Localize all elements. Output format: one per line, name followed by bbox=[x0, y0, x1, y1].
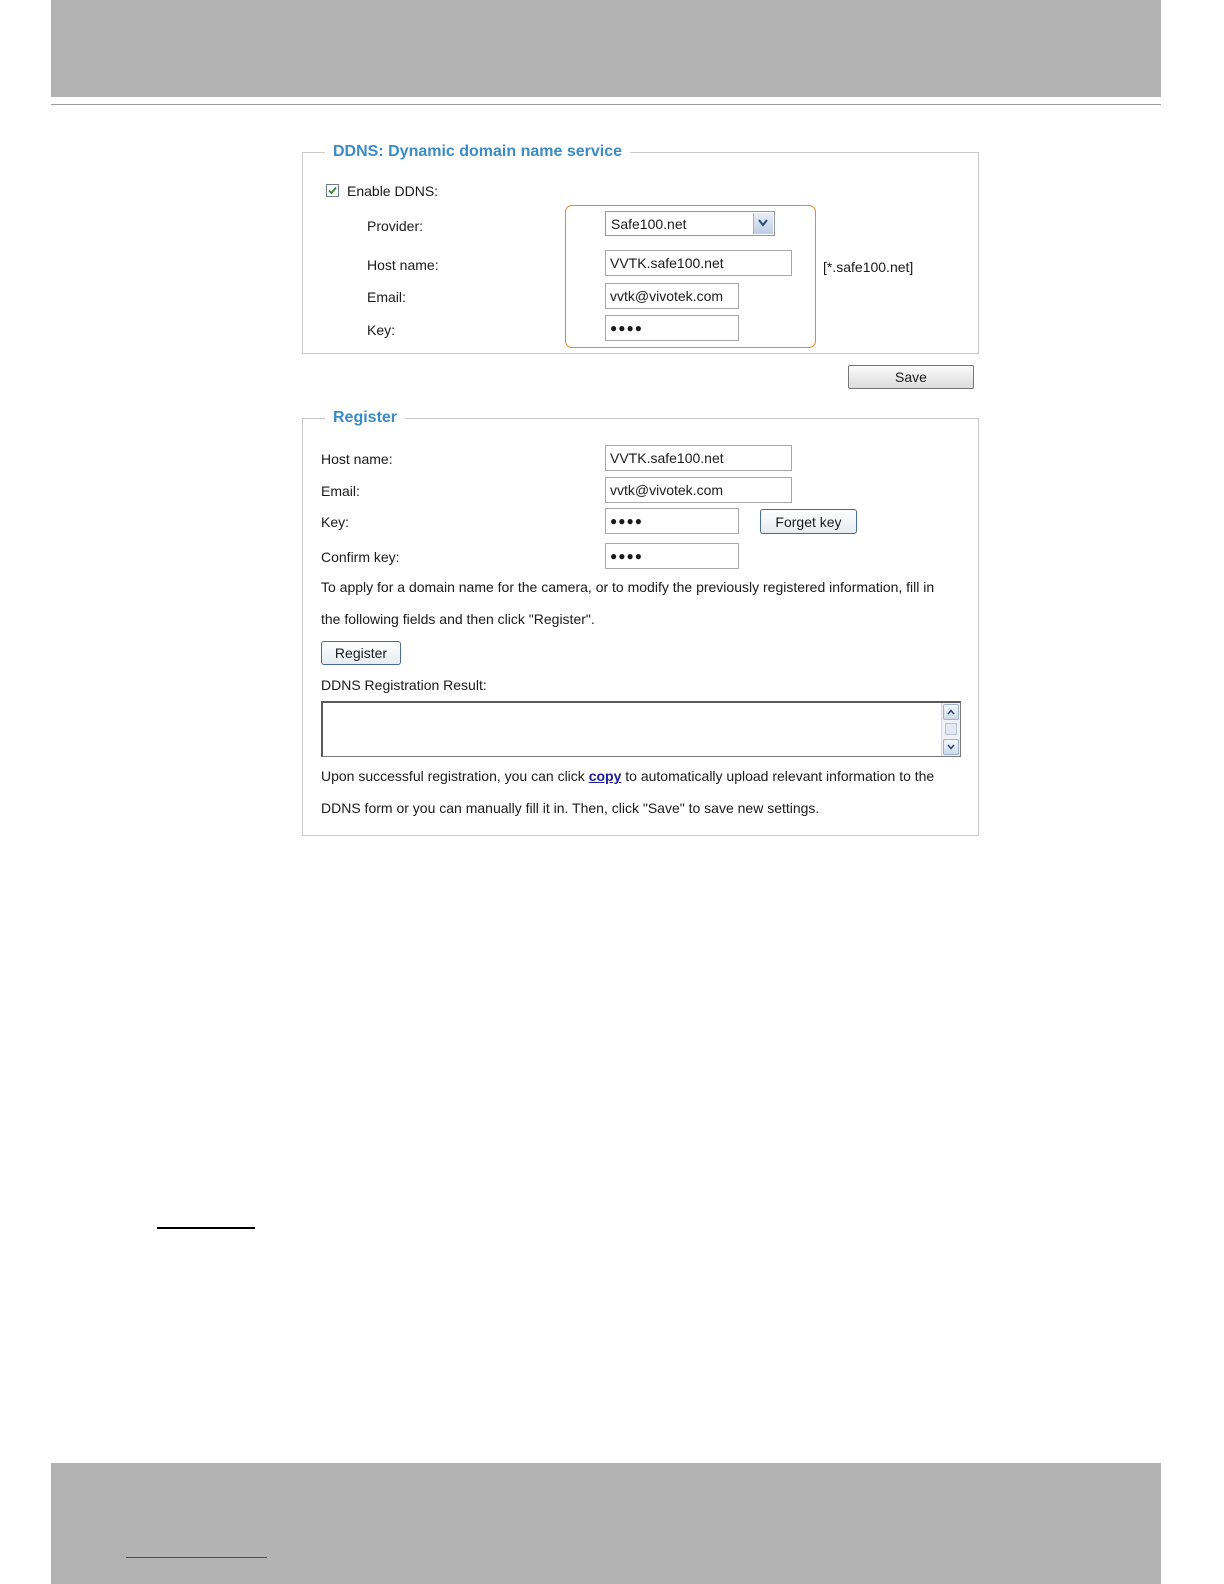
page-header-band bbox=[51, 0, 1161, 97]
register-email-input[interactable]: vvtk@vivotek.com bbox=[605, 477, 792, 503]
provider-label: Provider: bbox=[367, 218, 424, 234]
ddns-legend: DDNS: Dynamic domain name service bbox=[325, 142, 630, 162]
confirm-key-input[interactable]: ●●●● bbox=[605, 543, 739, 569]
registration-result-label: DDNS Registration Result: bbox=[321, 677, 487, 693]
header-divider bbox=[51, 104, 1161, 105]
register-host-input[interactable]: VVTK.safe100.net bbox=[605, 445, 792, 471]
upload-prefix-text: Upon successful registration, you can cl… bbox=[321, 768, 585, 784]
copy-link[interactable]: copy bbox=[589, 768, 622, 784]
key-input[interactable]: ●●●● bbox=[605, 315, 739, 341]
chevron-down-icon[interactable] bbox=[753, 213, 773, 234]
upload-suffix-text: to automatically upload relevant informa… bbox=[625, 768, 935, 784]
page-footer-band bbox=[51, 1463, 1161, 1584]
forget-key-button[interactable]: Forget key bbox=[760, 509, 857, 534]
provider-selected-value: Safe100.net bbox=[611, 216, 687, 232]
email-label: Email: bbox=[367, 289, 406, 305]
save-button[interactable]: Save bbox=[848, 365, 974, 389]
register-button[interactable]: Register bbox=[321, 641, 401, 665]
register-host-label: Host name: bbox=[321, 451, 393, 467]
enable-ddns-label: Enable DDNS: bbox=[347, 183, 439, 199]
scroll-thumb[interactable] bbox=[945, 723, 957, 735]
checkmark-icon bbox=[328, 186, 337, 195]
instruction-line-2: the following fields and then click "Reg… bbox=[321, 611, 595, 627]
confirm-key-label: Confirm key: bbox=[321, 549, 400, 565]
provider-select[interactable]: Safe100.net bbox=[605, 211, 775, 236]
footer-link-underline bbox=[126, 1557, 267, 1558]
host-suffix-hint: [*.safe100.net] bbox=[823, 259, 914, 275]
scroll-down-icon[interactable] bbox=[943, 739, 959, 755]
register-key-input[interactable]: ●●●● bbox=[605, 508, 739, 534]
host-name-input[interactable]: VVTK.safe100.net bbox=[605, 250, 792, 276]
register-fieldset: Register Host name: VVTK.safe100.net Ema… bbox=[302, 408, 979, 836]
register-key-label: Key: bbox=[321, 514, 350, 530]
key-label: Key: bbox=[367, 322, 396, 338]
register-email-label: Email: bbox=[321, 483, 360, 499]
upload-info-line-1: Upon successful registration, you can cl… bbox=[321, 760, 961, 792]
enable-ddns-checkbox[interactable] bbox=[326, 184, 339, 197]
scroll-up-icon[interactable] bbox=[943, 704, 959, 720]
instruction-line-1: To apply for a domain name for the camer… bbox=[321, 579, 935, 595]
host-name-label: Host name: bbox=[367, 257, 439, 273]
upload-info-line-2: DDNS form or you can manually fill it in… bbox=[321, 800, 820, 816]
result-scrollbar[interactable] bbox=[941, 703, 960, 756]
email-input[interactable]: vvtk@vivotek.com bbox=[605, 283, 739, 309]
registration-result-textarea[interactable] bbox=[321, 701, 961, 757]
ddns-fieldset: DDNS: Dynamic domain name service Enable… bbox=[302, 142, 979, 354]
section-underline bbox=[157, 1227, 255, 1229]
register-legend: Register bbox=[325, 408, 406, 428]
